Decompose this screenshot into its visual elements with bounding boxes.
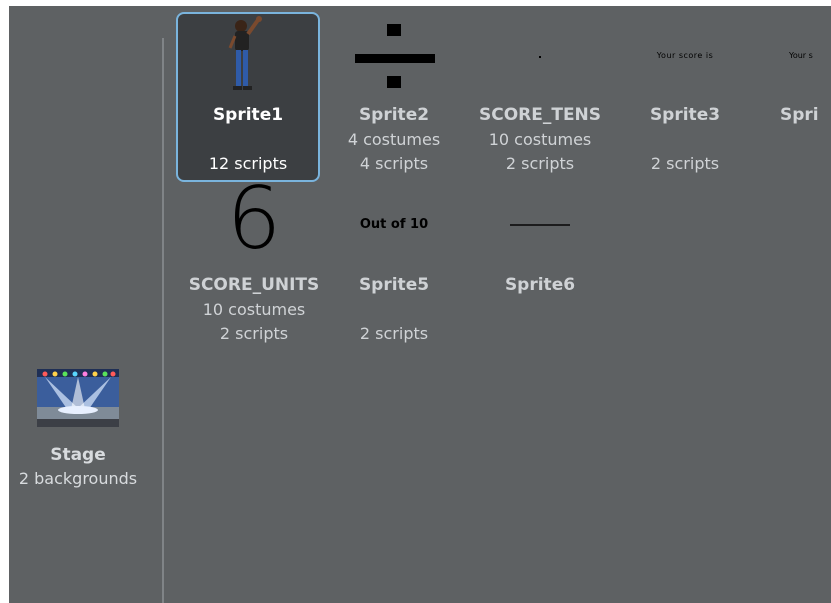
sprite-scripts-count: 2 scripts	[505, 154, 575, 173]
sprite-tile-sprite3[interactable]: Your score is Sprite3 2 scripts	[615, 14, 755, 182]
sprite-costumes-count: 4 costumes	[347, 130, 441, 149]
sprite-name: Sprite6	[504, 275, 576, 295]
stage-backgrounds-count: 2 backgrounds	[18, 469, 138, 488]
sprite-tile-score-tens[interactable]: SCORE_TENS 10 costumes 2 scripts	[470, 14, 610, 182]
sprite-name: Sprite2	[358, 105, 430, 125]
sprite-name: SCORE_UNITS	[188, 275, 320, 295]
sprite3-thumb-text: Your score is	[656, 51, 714, 60]
sprite-scripts-count: 2 scripts	[650, 154, 720, 173]
score-units-digit: 6	[226, 169, 282, 269]
score-tens-thumbnail	[539, 56, 541, 58]
stage-thumbnail	[37, 369, 119, 427]
sprite-name: SCORE_TENS	[478, 105, 602, 125]
sprite-name: Sprite3	[649, 105, 721, 125]
sprite-costumes-count: 10 costumes	[202, 300, 306, 319]
sprite4-thumbnail: Your s	[761, 14, 831, 100]
sprite-scripts-count: 2 scripts	[359, 324, 429, 343]
sprite6-thumbnail	[510, 224, 570, 226]
sprite-name: Sprite5	[358, 275, 430, 295]
sprite5-thumbnail: Out of 10	[324, 184, 464, 270]
stage-name: Stage	[50, 445, 106, 465]
sprite-scripts-count: 2 scripts	[219, 324, 289, 343]
score-units-thumbnail: 6	[184, 176, 324, 270]
sprite-tile-partial[interactable]: Your s Spri	[761, 14, 831, 182]
sprite-tile-score-units[interactable]: 6 SCORE_UNITS 10 costumes 2 scripts	[184, 176, 324, 352]
sprite-tile-sprite1[interactable]: Sprite1 12 scripts	[176, 12, 320, 182]
sprite-pane: Stage 2 backgrounds Sprite1 12 scripts S…	[9, 6, 831, 603]
sprite-tile-sprite6[interactable]: Sprite6	[470, 184, 610, 352]
sprite-name: Sprite1	[212, 105, 284, 125]
sprite2-thumbnail	[355, 24, 435, 88]
sprite3-thumbnail: Your score is	[615, 14, 755, 100]
sprite1-thumbnail	[228, 16, 262, 90]
sprite-name: Spri	[780, 105, 819, 125]
sprite5-thumb-text: Out of 10	[359, 217, 429, 232]
sprite4-thumb-text: Your s	[789, 51, 813, 60]
sprite-tile-sprite2[interactable]: Sprite2 4 costumes 4 scripts	[324, 14, 464, 182]
sprite-costumes-count: 10 costumes	[488, 130, 592, 149]
sprite-tile-sprite5[interactable]: Out of 10 Sprite5 2 scripts	[324, 184, 464, 352]
sprite-scripts-count: 4 scripts	[359, 154, 429, 173]
stage-tile[interactable]: Stage 2 backgrounds	[9, 366, 147, 496]
pane-divider	[162, 38, 164, 603]
